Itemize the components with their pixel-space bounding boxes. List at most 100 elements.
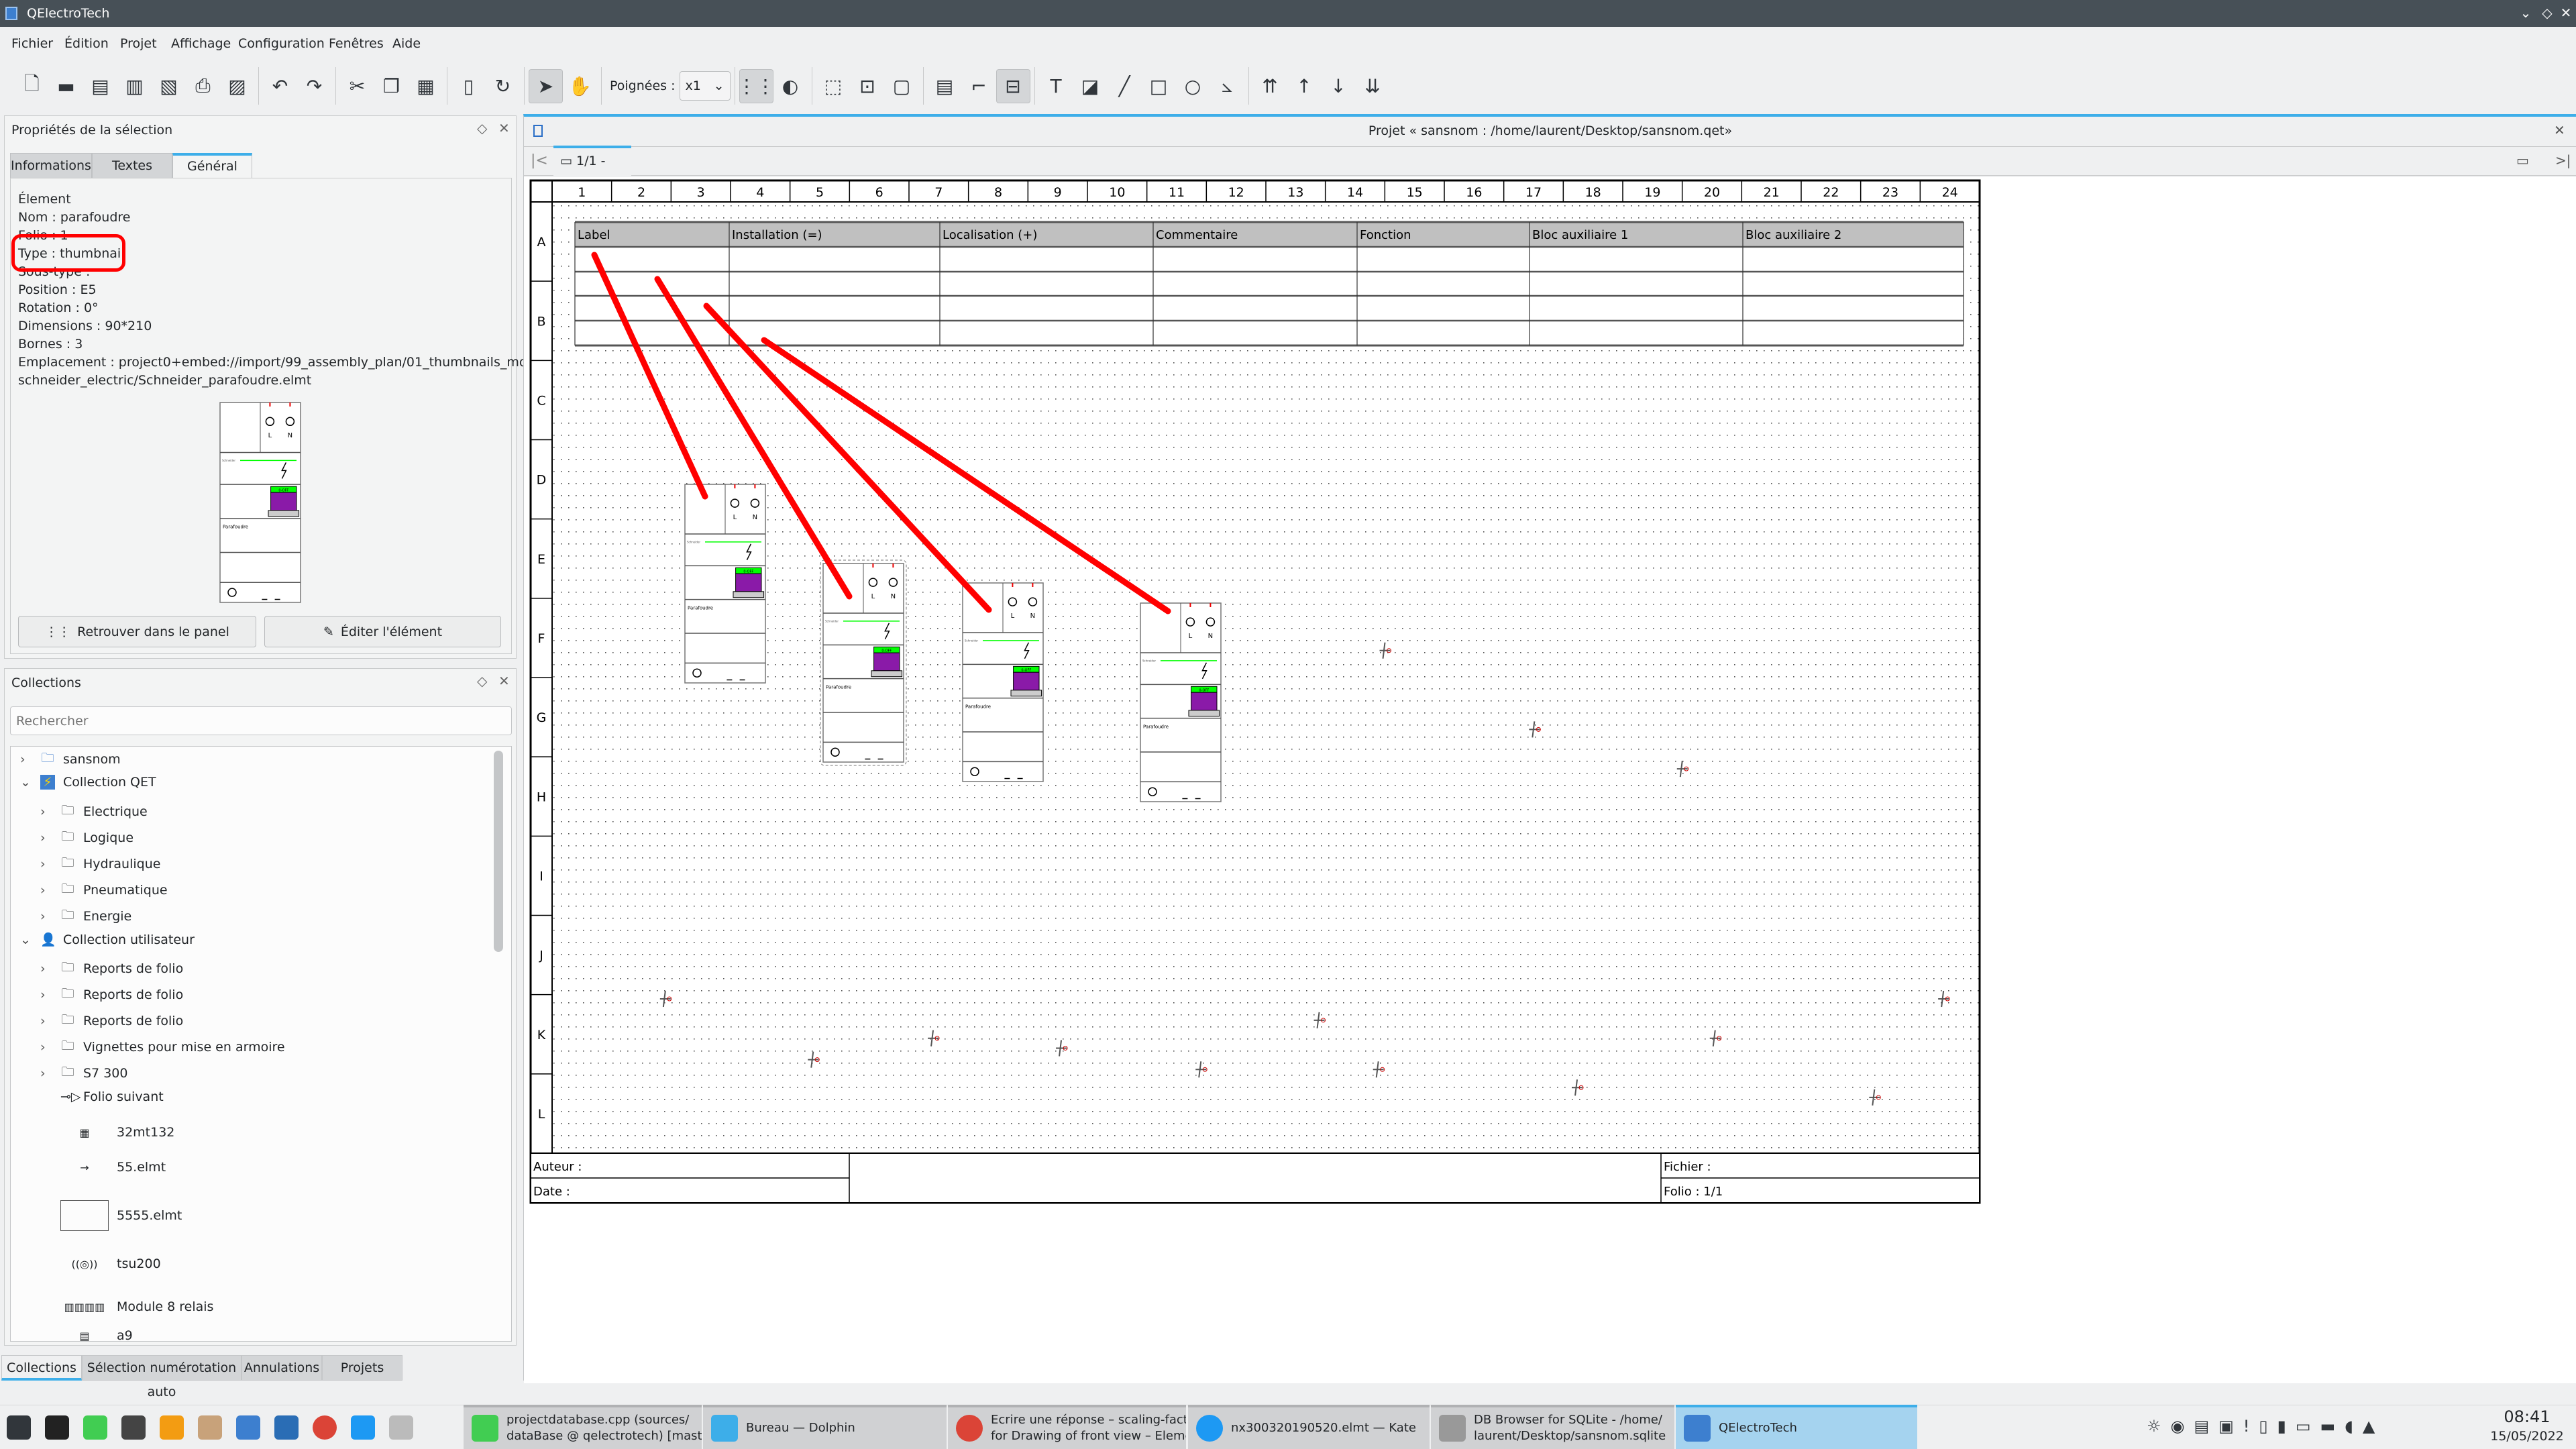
application-launcher-icon[interactable] <box>7 1415 31 1440</box>
taskbar-task[interactable]: projectdatabase.cpp (sources/dataBase @ … <box>464 1405 702 1449</box>
row-label: C <box>537 393 545 408</box>
row-label: L <box>538 1107 545 1122</box>
terminal-icon[interactable] <box>45 1415 69 1440</box>
task-title-line: Ecrire une réponse – scaling-factor <box>991 1413 1186 1427</box>
din-clip <box>1188 710 1220 717</box>
task-title-line: dataBase @ qelectrotech) [master] ... <box>506 1429 702 1443</box>
table-header-cell: Fonction <box>1360 228 1411 242</box>
title-block-author: Auteur : <box>533 1160 582 1174</box>
archive-icon[interactable] <box>198 1415 222 1440</box>
dolphin-icon <box>711 1415 738 1442</box>
switch-body <box>873 652 900 672</box>
column-label: 1 <box>578 185 586 200</box>
taskbar-task[interactable]: Ecrire une réponse – scaling-factor for D… <box>948 1405 1186 1449</box>
chrome-icon[interactable] <box>313 1415 337 1440</box>
column-label: 23 <box>1882 185 1898 200</box>
table-header-cell: Bloc auxiliaire 2 <box>1746 228 1841 242</box>
task-title: nx300320190520.elmt — Kate <box>1231 1420 1416 1436</box>
column-label: 9 <box>1054 185 1062 200</box>
writer-icon[interactable] <box>274 1415 299 1440</box>
column-label: 6 <box>875 185 883 200</box>
switch-body <box>735 573 762 592</box>
column-label: 2 <box>637 185 645 200</box>
row-label: K <box>537 1028 546 1042</box>
column-label: 10 <box>1109 185 1125 200</box>
row-label: B <box>537 314 545 329</box>
terminal-label: N <box>1030 612 1035 620</box>
column-label: 3 <box>697 185 705 200</box>
task-title-line: for Drawing of front view – Elemen... <box>991 1429 1186 1443</box>
title-block-file: Fichier : <box>1664 1160 1711 1174</box>
clock-time[interactable]: 08:41 <box>2490 1407 2564 1426</box>
column-label: 5 <box>816 185 824 200</box>
row-label: I <box>539 869 543 883</box>
din-clip <box>871 670 903 678</box>
din-clip <box>733 591 765 598</box>
taskbar-task[interactable]: nx300320190520.elmt — Kate <box>1188 1405 1430 1449</box>
brand-label: Schneider <box>825 619 839 623</box>
column-label: 20 <box>1704 185 1720 200</box>
screw-icon <box>730 498 740 508</box>
row-label: D <box>537 473 547 488</box>
screw-icon <box>1205 617 1216 627</box>
title-block-folio: Folio : 1/1 <box>1664 1185 1723 1199</box>
terminal-label: L <box>1189 633 1193 640</box>
table-header-cell: Bloc auxiliaire 1 <box>1532 228 1628 242</box>
row-label: J <box>539 949 543 963</box>
task-title: QElectroTech <box>1719 1420 1797 1436</box>
parafoudre-element[interactable]: L NSchneider0-OFFParafoudre <box>820 559 907 766</box>
clock-date[interactable]: 15/05/2022 <box>2485 1429 2569 1444</box>
row-label: G <box>537 710 547 725</box>
calculator-icon[interactable] <box>121 1415 146 1440</box>
row-label: F <box>538 631 545 646</box>
element-name: Parafoudre <box>965 704 991 709</box>
column-label: 4 <box>756 185 764 200</box>
row-label: A <box>537 235 546 250</box>
taskbar-task[interactable]: QElectroTech <box>1676 1405 1917 1449</box>
brand-label: Schneider <box>687 540 700 543</box>
taskbar-task[interactable]: Bureau — Dolphin <box>703 1405 947 1449</box>
column-label: 24 <box>1942 185 1958 200</box>
column-label: 21 <box>1764 185 1780 200</box>
qelectrotech-icon <box>1684 1415 1711 1442</box>
task-title-line: DB Browser for SQLite - /home/ <box>1474 1413 1662 1427</box>
task-title-line: Bureau — Dolphin <box>746 1421 855 1435</box>
terminal-label: N <box>1208 633 1213 640</box>
terminal-label: L <box>733 514 737 521</box>
sun-icon[interactable] <box>160 1415 184 1440</box>
table-header-cell: Commentaire <box>1156 228 1238 242</box>
vmware-icon[interactable] <box>389 1415 413 1440</box>
column-label: 22 <box>1823 185 1839 200</box>
taskbar-task[interactable]: DB Browser for SQLite - /home/laurent/De… <box>1431 1405 1674 1449</box>
column-label: 19 <box>1644 185 1660 200</box>
screw-icon <box>1028 597 1038 606</box>
brand-label: Schneider <box>965 639 978 642</box>
column-label: 11 <box>1169 185 1185 200</box>
kate-icon <box>1196 1415 1223 1442</box>
column-label: 7 <box>934 185 943 200</box>
diagram-folio[interactable]: 1 2 3 4 5 6 7 8 9 10 11 12 13 14 15 16 17 18 19 20 21 22 23 24A… <box>0 0 2576 1382</box>
task-title-line: projectdatabase.cpp (sources/ <box>506 1413 690 1427</box>
terminal-label: N <box>891 593 896 600</box>
chrome-icon <box>956 1415 983 1442</box>
table-header-cell: Localisation (+) <box>943 228 1037 242</box>
screw-icon <box>970 767 979 776</box>
element-name: Parafoudre <box>826 684 851 690</box>
screw-icon <box>830 747 840 757</box>
system-tray[interactable]: ☼◉▤▣!▯▮▭▬◖▲ <box>2147 1417 2384 1436</box>
qtcreator-icon[interactable] <box>83 1415 107 1440</box>
chat-icon[interactable] <box>236 1415 260 1440</box>
row-label: E <box>537 552 545 567</box>
task-title-line: laurent/Desktop/sansnom.sqlite <box>1474 1429 1666 1443</box>
task-title-line: nx300320190520.elmt — Kate <box>1231 1421 1416 1435</box>
db-browser-icon <box>1439 1415 1466 1442</box>
parafoudre-element[interactable]: L NSchneider0-OFFParafoudre <box>684 484 766 684</box>
element-name: Parafoudre <box>1143 724 1169 729</box>
din-clip <box>1010 690 1042 697</box>
column-label: 15 <box>1407 185 1423 200</box>
parafoudre-element[interactable]: L NSchneider0-OFFParafoudre <box>1140 602 1222 802</box>
sync-icon[interactable] <box>351 1415 375 1440</box>
column-label: 17 <box>1525 185 1542 200</box>
task-title: projectdatabase.cpp (sources/dataBase @ … <box>506 1412 702 1444</box>
parafoudre-element[interactable]: L NSchneider0-OFFParafoudre <box>962 582 1044 782</box>
